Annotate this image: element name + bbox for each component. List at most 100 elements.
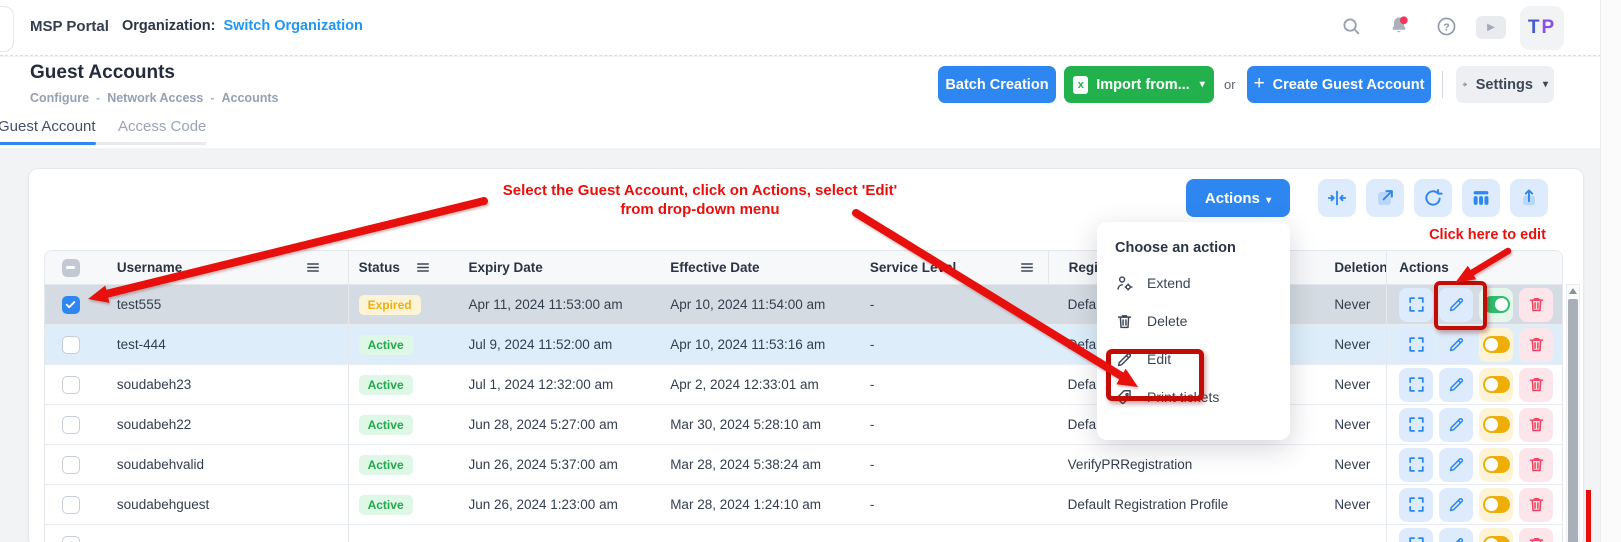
fullscreen-icon	[1407, 495, 1426, 514]
cell-status: Active	[349, 375, 459, 395]
menu-item-delete[interactable]: Delete	[1097, 302, 1290, 340]
row-checkbox[interactable]	[62, 296, 80, 314]
table-row[interactable]	[45, 525, 1562, 542]
table-row[interactable]: test-444 Active Jul 9, 2024 11:52:00 am …	[45, 325, 1562, 365]
enable-toggle[interactable]	[1479, 448, 1513, 482]
cell-deletion: Never	[1324, 497, 1386, 512]
row-checkbox-cell	[45, 296, 97, 314]
row-checkbox[interactable]	[62, 496, 80, 514]
settings-button[interactable]: Settings ▾	[1456, 66, 1554, 103]
header-effective-date[interactable]: Effective Date	[660, 260, 860, 275]
row-checkbox[interactable]	[62, 376, 80, 394]
user-avatar[interactable]: TP	[1520, 6, 1564, 50]
refresh-button[interactable]	[1414, 179, 1452, 217]
header-deletion[interactable]: Deletion	[1324, 260, 1386, 275]
expand-row-button[interactable]	[1399, 528, 1433, 542]
tab-guest-account[interactable]: Guest Account	[0, 118, 96, 135]
column-menu-icon[interactable]	[416, 261, 430, 274]
video-tutorial-icon[interactable]: ▶	[1476, 16, 1506, 39]
inactive-tab-underline	[96, 142, 206, 145]
edit-row-button[interactable]	[1439, 488, 1473, 522]
avatar-initial-p: P	[1541, 17, 1556, 39]
breadcrumb: Configure-Network Access-Accounts	[30, 91, 278, 105]
import-from-button[interactable]: x Import from... ▾	[1064, 66, 1214, 103]
column-menu-icon[interactable]	[306, 261, 320, 274]
status-badge: Active	[359, 455, 413, 475]
svg-text:?: ?	[1443, 21, 1449, 33]
delete-row-button[interactable]	[1519, 288, 1553, 322]
header-expiry-date[interactable]: Expiry Date	[458, 260, 660, 275]
cell-username: test-444	[97, 325, 349, 364]
enable-toggle[interactable]	[1479, 528, 1513, 542]
header-username[interactable]: Username	[97, 251, 349, 284]
edit-row-button[interactable]	[1439, 368, 1473, 402]
upload-button[interactable]	[1510, 179, 1548, 217]
search-icon[interactable]	[1338, 13, 1364, 39]
expand-row-button[interactable]	[1399, 488, 1433, 522]
cell-effective-date: Apr 2, 2024 12:33:01 am	[660, 377, 860, 392]
header-status[interactable]: Status	[349, 260, 459, 275]
avatar-initial-t: T	[1528, 17, 1542, 39]
row-checkbox-cell	[45, 496, 97, 514]
enable-toggle[interactable]	[1479, 408, 1513, 442]
table-row[interactable]: soudabeh23 Active Jul 1, 2024 12:32:00 a…	[45, 365, 1562, 405]
table-row[interactable]: soudabehguest Active Jun 26, 2024 1:23:0…	[45, 485, 1562, 525]
collapse-columns-button[interactable]	[1318, 179, 1356, 217]
actions-dropdown-button[interactable]: Actions ▾	[1186, 179, 1290, 217]
enable-toggle[interactable]	[1479, 368, 1513, 402]
delete-row-button[interactable]	[1519, 368, 1553, 402]
row-checkbox[interactable]	[62, 536, 80, 542]
collapse-icon	[1326, 187, 1348, 209]
delete-row-button[interactable]	[1519, 448, 1553, 482]
scrollbar-thumb[interactable]	[1568, 299, 1578, 542]
enable-toggle[interactable]	[1479, 328, 1513, 362]
edit-row-button[interactable]	[1439, 328, 1473, 362]
delete-row-button[interactable]	[1519, 488, 1553, 522]
expand-row-button[interactable]	[1399, 328, 1433, 362]
edit-row-button[interactable]	[1439, 408, 1473, 442]
delete-row-button[interactable]	[1519, 408, 1553, 442]
header-service-level[interactable]: Service Level	[860, 260, 1048, 275]
trash-icon	[1527, 335, 1546, 354]
switch-organization-link[interactable]: Switch Organization	[223, 18, 362, 34]
toggle-pill	[1483, 496, 1510, 513]
edit-row-button[interactable]	[1439, 528, 1473, 542]
column-menu-icon[interactable]	[1020, 261, 1034, 274]
expand-row-button[interactable]	[1399, 288, 1433, 322]
refresh-icon	[1422, 187, 1444, 209]
batch-creation-button[interactable]: Batch Creation	[938, 66, 1056, 103]
enable-toggle[interactable]	[1479, 488, 1513, 522]
row-checkbox[interactable]	[62, 336, 80, 354]
cell-actions	[1386, 405, 1562, 444]
table-row[interactable]: soudabehvalid Active Jun 26, 2024 5:37:0…	[45, 445, 1562, 485]
table-row[interactable]: soudabeh22 Active Jun 28, 2024 5:27:00 a…	[45, 405, 1562, 445]
pencil-icon	[1447, 415, 1466, 434]
open-external-button[interactable]	[1366, 179, 1404, 217]
table-row[interactable]: test555 Expired Apr 11, 2024 11:53:00 am…	[45, 285, 1562, 325]
delete-row-button[interactable]	[1519, 328, 1553, 362]
help-icon[interactable]: ?	[1433, 13, 1459, 39]
tab-access-code[interactable]: Access Code	[118, 118, 206, 135]
row-checkbox[interactable]	[62, 456, 80, 474]
menu-title: Choose an action	[1097, 222, 1290, 264]
annotation-edge-bar	[1586, 490, 1591, 542]
create-guest-account-button[interactable]: + Create Guest Account	[1247, 66, 1431, 103]
table-scrollbar[interactable]	[1566, 284, 1580, 542]
cell-username: test555	[97, 285, 349, 324]
expand-row-button[interactable]	[1399, 368, 1433, 402]
plus-icon: +	[1254, 73, 1265, 95]
notifications-bell-icon[interactable]	[1386, 13, 1412, 39]
menu-item-extend[interactable]: Extend	[1097, 264, 1290, 302]
expand-row-button[interactable]	[1399, 448, 1433, 482]
row-checkbox[interactable]	[62, 416, 80, 434]
columns-button[interactable]	[1462, 179, 1500, 217]
select-all-checkbox[interactable]	[62, 259, 80, 277]
cell-registration-profile: VerifyPRRegistration	[1048, 457, 1325, 472]
fullscreen-icon	[1407, 375, 1426, 394]
pencil-icon	[1447, 455, 1466, 474]
delete-row-button[interactable]	[1519, 528, 1553, 542]
cell-deletion: Never	[1324, 297, 1386, 312]
edit-row-button[interactable]	[1439, 448, 1473, 482]
expand-row-button[interactable]	[1399, 408, 1433, 442]
scroll-up-arrow[interactable]	[1569, 288, 1577, 294]
